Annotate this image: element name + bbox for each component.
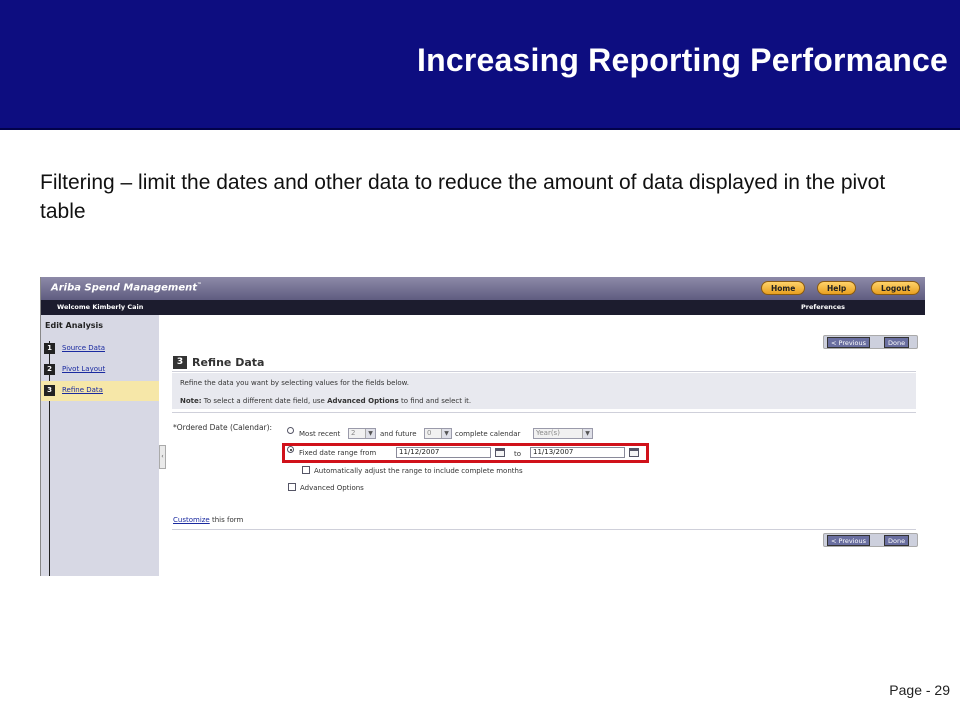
bottom-nav-buttons: < Previous Done [823, 533, 918, 547]
step-number: 1 [44, 343, 55, 354]
section-header: 3 Refine Data [172, 354, 916, 372]
sidebar-step-refine-data[interactable]: 3 Refine Data [41, 381, 159, 401]
top-nav-buttons: < Previous Done [823, 335, 918, 349]
collapse-sidebar-icon[interactable]: ‹ [159, 445, 166, 469]
and-future-label: and future [380, 430, 417, 438]
app-screenshot: Ariba Spend Management™ Home Help Logout… [40, 277, 925, 576]
advanced-options-checkbox[interactable] [288, 483, 296, 491]
ordered-date-label: *Ordered Date (Calendar): [173, 423, 273, 432]
customize-link[interactable]: Customize [173, 516, 210, 524]
sidebar-step-source-data[interactable]: 1 Source Data [41, 339, 159, 359]
most-recent-select[interactable]: 2 ▼ [348, 428, 376, 439]
auto-adjust-label: Automatically adjust the range to includ… [314, 467, 523, 475]
welcome-bar: Welcome Kimberly Cain Preferences [41, 300, 925, 315]
welcome-text: Welcome Kimberly Cain [57, 303, 144, 311]
section-number: 3 [173, 356, 187, 369]
chevron-down-icon: ▼ [365, 429, 375, 438]
app-brand: Ariba Spend Management™ [51, 282, 202, 294]
divider [172, 529, 916, 530]
edit-analysis-sidebar: Edit Analysis 1 Source Data 2 Pivot Layo… [41, 315, 159, 576]
auto-adjust-checkbox[interactable] [302, 466, 310, 474]
most-recent-radio[interactable] [287, 427, 294, 434]
sidebar-title: Edit Analysis [45, 321, 104, 330]
logout-button[interactable]: Logout [871, 281, 921, 295]
step-link[interactable]: Pivot Layout [62, 365, 105, 373]
done-button[interactable]: Done [884, 535, 910, 546]
customize-form-text: Customize this form [173, 516, 244, 524]
help-button[interactable]: Help [817, 281, 857, 295]
preferences-link[interactable]: Preferences [801, 303, 845, 311]
page-number: Page - 29 [889, 682, 950, 698]
title-banner: Increasing Reporting Performance [0, 0, 960, 130]
step-number: 3 [44, 385, 55, 396]
step-link[interactable]: Refine Data [62, 386, 103, 394]
info-text: Refine the data you want by selecting va… [180, 379, 409, 387]
done-button[interactable]: Done [884, 337, 910, 348]
divider [172, 412, 916, 413]
advanced-options-label: Advanced Options [300, 484, 364, 492]
highlight-box [282, 443, 649, 463]
complete-calendar-label: complete calendar [455, 430, 521, 438]
app-header: Ariba Spend Management™ Home Help Logout [41, 277, 925, 300]
previous-button[interactable]: < Previous [827, 535, 870, 546]
previous-button[interactable]: < Previous [827, 337, 870, 348]
period-select[interactable]: Year(s) ▼ [533, 428, 593, 439]
step-link[interactable]: Source Data [62, 344, 105, 352]
note-text: Note: To select a different date field, … [180, 397, 472, 405]
slide-title: Increasing Reporting Performance [417, 42, 948, 78]
chevron-down-icon: ▼ [441, 429, 451, 438]
step-number: 2 [44, 364, 55, 375]
future-select[interactable]: 0 ▼ [424, 428, 452, 439]
section-title: Refine Data [192, 356, 265, 369]
chevron-down-icon: ▼ [582, 429, 592, 438]
sidebar-step-pivot-layout[interactable]: 2 Pivot Layout [41, 360, 159, 380]
home-button[interactable]: Home [761, 281, 806, 295]
most-recent-label: Most recent [299, 430, 341, 438]
info-box: Refine the data you want by selecting va… [172, 373, 916, 409]
intro-text: Filtering – limit the dates and other da… [40, 171, 886, 223]
